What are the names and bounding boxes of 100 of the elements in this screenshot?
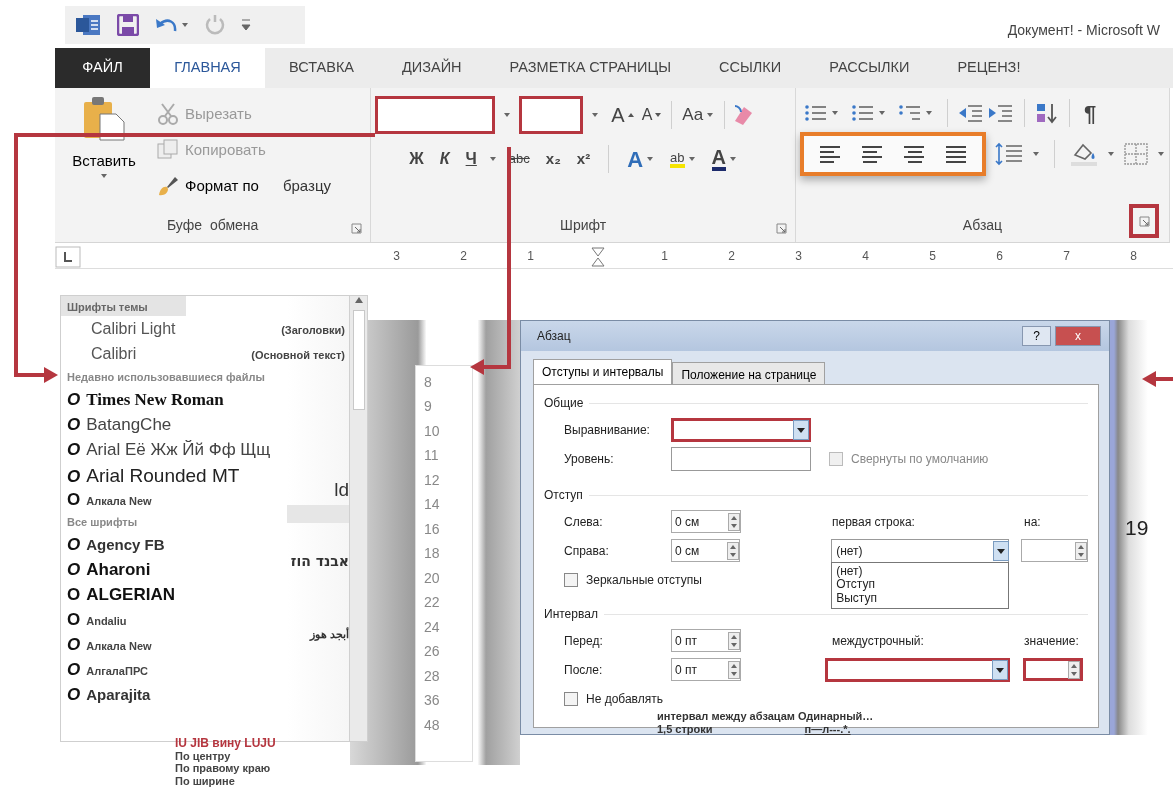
ribbon-tab[interactable]: ССЫЛКИ xyxy=(695,48,806,88)
spinner-field[interactable]: 0 пт xyxy=(671,658,741,681)
font-option[interactable]: Calibri Light (Заголовки) xyxy=(61,316,351,341)
subscript-button[interactable]: x₂ xyxy=(541,142,565,176)
spinner-field[interactable] xyxy=(1023,658,1083,681)
alignment-select[interactable] xyxy=(671,417,811,442)
font-option[interactable]: O Andaliu xyxy=(61,606,287,631)
file-tab[interactable]: ФАЙЛ xyxy=(55,48,150,88)
caret-icon[interactable] xyxy=(831,110,839,116)
font-size-option[interactable]: 10 xyxy=(416,419,472,444)
ribbon-tab[interactable]: РАЗМЕТКА СТРАНИЦЫ xyxy=(485,48,695,88)
sort-icon[interactable] xyxy=(1035,102,1059,124)
caret-icon[interactable] xyxy=(503,112,512,118)
bold-button[interactable]: Ж xyxy=(405,142,428,176)
dialog-launcher-icon[interactable] xyxy=(351,223,363,234)
font-option[interactable]: O Aparajita xyxy=(61,681,287,706)
checkbox[interactable] xyxy=(564,691,578,706)
font-size-option[interactable]: 9 xyxy=(416,394,472,419)
ribbon-tab[interactable]: ДИЗАЙН xyxy=(378,48,486,88)
spin-arrows-icon[interactable] xyxy=(728,512,740,531)
caret-icon[interactable] xyxy=(591,112,600,118)
font-option[interactable]: O Алкала New xyxy=(61,631,287,656)
line-spacing-icon[interactable] xyxy=(994,141,1024,167)
spin-arrows-icon[interactable] xyxy=(1068,660,1080,679)
font-size-option[interactable]: 20 xyxy=(416,566,472,591)
font-size-option[interactable]: 12 xyxy=(416,468,472,493)
dropdown-option[interactable]: Отступ xyxy=(836,578,1004,593)
shrink-font-button[interactable]: A xyxy=(637,98,666,132)
font-size-option[interactable]: 24 xyxy=(416,615,472,640)
caret-icon[interactable] xyxy=(646,156,655,162)
font-size-option[interactable]: 18 xyxy=(416,541,472,566)
font-color-button[interactable]: A xyxy=(707,142,741,176)
tab-stop-icon[interactable] xyxy=(55,245,81,268)
font-size-option[interactable]: 22 xyxy=(416,590,472,615)
spin-arrows-icon[interactable] xyxy=(727,541,740,560)
caret-icon[interactable] xyxy=(100,172,108,179)
font-size-option[interactable]: 48 xyxy=(416,713,472,738)
spinner-field[interactable]: 0 пт xyxy=(671,629,741,652)
highlight-button[interactable]: ab xyxy=(666,142,700,176)
font-size-option[interactable]: 26 xyxy=(416,639,472,664)
save-icon[interactable] xyxy=(117,14,139,36)
close-button[interactable]: x xyxy=(1055,326,1101,346)
line-spacing-select[interactable] xyxy=(825,657,1010,682)
dialog-launcher-icon[interactable] xyxy=(1138,215,1150,227)
font-option[interactable]: O Алкала New xyxy=(61,486,287,511)
scrollbar[interactable] xyxy=(349,296,367,741)
underline-button[interactable]: Ч xyxy=(461,142,481,176)
shading-icon[interactable] xyxy=(1069,141,1099,167)
font-size-option[interactable]: 36 xyxy=(416,688,472,713)
font-option[interactable]: O Agency FB xyxy=(61,531,287,556)
spinner-field[interactable]: 0 см xyxy=(671,510,741,533)
dialog-tab[interactable]: Отступы и интервалы xyxy=(533,359,673,384)
text-effects-button[interactable]: A xyxy=(623,142,659,176)
spin-arrows-icon[interactable] xyxy=(1075,541,1087,560)
font-option[interactable]: O Arial Rounded MT xyxy=(61,461,287,486)
font-name-field[interactable] xyxy=(375,96,496,134)
caret-icon[interactable] xyxy=(1157,151,1165,157)
decrease-indent-icon[interactable] xyxy=(958,102,984,124)
ribbon-tab[interactable]: РАССЫЛКИ xyxy=(805,48,934,88)
caret-icon[interactable] xyxy=(181,22,189,28)
caret-icon[interactable] xyxy=(1107,151,1115,157)
font-option[interactable]: O АлгалаПРС xyxy=(61,656,287,681)
ribbon-tab[interactable]: ВСТАВКА xyxy=(265,48,379,88)
font-size-option[interactable]: 16 xyxy=(416,517,472,542)
change-case-button[interactable]: Aa xyxy=(678,98,719,132)
font-option[interactable]: O Aharoni xyxy=(61,556,287,581)
help-button[interactable]: ? xyxy=(1022,326,1051,346)
caret-icon[interactable] xyxy=(925,110,933,116)
font-size-option[interactable]: 8 xyxy=(416,370,472,395)
customize-caret-icon[interactable] xyxy=(241,19,251,31)
ribbon-tab[interactable]: РЕЦЕНЗ! xyxy=(933,48,1045,88)
numbering-icon[interactable] xyxy=(851,102,875,124)
caret-icon[interactable] xyxy=(1032,151,1040,157)
paste-button[interactable]: Вставить xyxy=(59,96,149,204)
caret-icon[interactable] xyxy=(488,156,497,162)
superscript-button[interactable]: x² xyxy=(572,142,595,176)
level-field[interactable] xyxy=(671,446,811,471)
font-size-option[interactable]: 14 xyxy=(416,492,472,517)
font-size-option[interactable]: 11 xyxy=(416,443,472,468)
dropdown-option[interactable]: Выступ xyxy=(836,592,1004,606)
indent-marker-icon[interactable] xyxy=(590,246,605,267)
font-size-option[interactable]: 28 xyxy=(416,664,472,689)
ribbon-tab[interactable]: ГЛАВНАЯ xyxy=(150,48,265,88)
dropdown-option[interactable]: (нет) xyxy=(836,564,1004,579)
caret-icon[interactable] xyxy=(729,156,737,162)
font-option[interactable]: O Arial Её Жж Йй Фф Щщ xyxy=(61,436,287,461)
font-option[interactable]: Calibri (Основной текст) xyxy=(61,341,351,366)
spin-arrows-icon[interactable] xyxy=(728,660,740,679)
grow-font-button[interactable]: A xyxy=(607,98,638,132)
checkbox[interactable] xyxy=(564,572,578,587)
spinner-field[interactable]: 0 см xyxy=(671,539,741,562)
caret-icon[interactable] xyxy=(687,156,696,162)
show-formatting-button[interactable]: ¶ xyxy=(1080,96,1101,130)
font-option[interactable]: O Times New Roman xyxy=(61,386,287,411)
italic-button[interactable]: К xyxy=(435,142,454,176)
scrollbar-thumb[interactable] xyxy=(352,310,365,410)
scroll-up-icon[interactable] xyxy=(353,296,364,304)
spin-arrows-icon[interactable] xyxy=(728,631,740,650)
caret-icon[interactable] xyxy=(706,112,715,118)
increase-indent-icon[interactable] xyxy=(988,102,1014,124)
